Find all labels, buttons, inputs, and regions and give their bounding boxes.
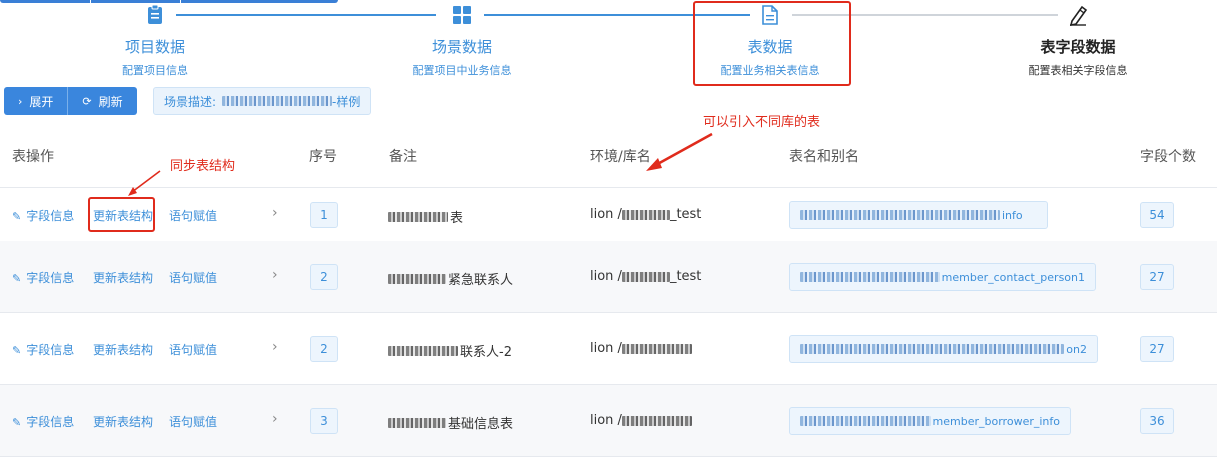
chevron-right-icon[interactable]: › xyxy=(272,267,278,283)
scene-suffix: -样例 xyxy=(332,94,361,109)
header-count: 字段个数 xyxy=(1140,149,1196,165)
field-info-link[interactable]: ✎ 字段信息 xyxy=(12,207,74,224)
field-count-badge: 27 xyxy=(1140,336,1174,362)
redacted-text xyxy=(388,345,458,356)
edit-icon: ✎ xyxy=(12,210,22,223)
redacted-text xyxy=(621,209,670,220)
steps-bar: 项目数据 配置项目信息 场景数据 配置项目中业务信息 表数据 配置业务相关表信息… xyxy=(0,0,1217,88)
update-structure-link[interactable]: 更新表结构 xyxy=(93,341,153,358)
statement-assign-link[interactable]: 语句赋值 xyxy=(169,269,217,286)
redacted-text xyxy=(621,271,670,282)
step-subtitle: 配置项目中业务信息 xyxy=(412,64,512,77)
field-info-label: 字段信息 xyxy=(26,343,75,357)
edit-icon: ✎ xyxy=(12,344,22,357)
expand-button[interactable]: › 展开 xyxy=(4,87,69,115)
refresh-icon: ⟳ xyxy=(82,94,92,108)
field-info-label: 字段信息 xyxy=(26,271,75,285)
refresh-button[interactable]: ⟳ 刷新 xyxy=(68,87,137,115)
annotation-sync: 同步表结构 xyxy=(170,159,236,174)
field-info-link[interactable]: ✎ 字段信息 xyxy=(12,341,74,358)
edit-icon: ✎ xyxy=(12,272,22,285)
env-prefix: lion / xyxy=(590,341,622,356)
field-count-badge: 27 xyxy=(1140,264,1174,290)
edit-icon: ✎ xyxy=(12,416,22,429)
redacted-text xyxy=(800,272,940,282)
note-text: 紧急联系人 xyxy=(448,273,514,288)
table-name-tag: on2 xyxy=(789,335,1098,363)
refresh-label: 刷新 xyxy=(98,94,123,109)
statement-assign-link[interactable]: 语句赋值 xyxy=(169,413,217,430)
index-badge: 1 xyxy=(310,202,338,228)
step-subtitle: 配置表相关字段信息 xyxy=(1028,64,1128,77)
note-text: 表 xyxy=(450,211,464,226)
field-info-link[interactable]: ✎ 字段信息 xyxy=(12,413,74,430)
env-prefix: lion / xyxy=(590,269,622,284)
table-row: ✎ 字段信息 更新表结构 语句赋值 › 2 联系人-2 lion / on2 27 xyxy=(0,313,1217,385)
header-env: 环境/库名 xyxy=(590,149,651,165)
env-suffix: _test xyxy=(669,207,702,222)
table-name-suffix: member_borrower_info xyxy=(932,414,1060,428)
grid-icon xyxy=(453,6,471,24)
header-index: 序号 xyxy=(309,149,337,165)
table-name-tag: member_borrower_info xyxy=(789,407,1071,435)
redacted-text xyxy=(388,211,448,222)
clipboard-icon xyxy=(148,4,162,24)
chevron-right-icon[interactable]: › xyxy=(272,339,278,355)
expand-label: 展开 xyxy=(29,94,54,109)
redacted-text xyxy=(800,344,1065,354)
statement-assign-link[interactable]: 语句赋值 xyxy=(169,207,217,224)
env-prefix: lion / xyxy=(590,413,622,428)
redacted-text xyxy=(800,416,931,426)
update-structure-link[interactable]: 更新表结构 xyxy=(93,269,153,286)
field-count-badge: 54 xyxy=(1140,202,1174,228)
table-name-tag: member_contact_person1 xyxy=(789,263,1096,291)
redacted-text xyxy=(222,96,333,106)
header-name: 表名和别名 xyxy=(789,149,859,165)
note-text: 联系人-2 xyxy=(460,345,512,360)
redacted-text xyxy=(388,273,446,284)
step-title: 表字段数据 xyxy=(1040,38,1116,56)
table-name-tag: info xyxy=(789,201,1048,229)
table-name-suffix: on2 xyxy=(1066,342,1087,356)
note-text: 基础信息表 xyxy=(448,417,514,432)
table-row: ✎ 字段信息 更新表结构 语句赋值 › 2 紧急联系人 lion / _test … xyxy=(0,241,1217,313)
redacted-text xyxy=(388,417,446,428)
redacted-text xyxy=(800,210,1000,220)
scene-description-tag: 场景描述: -样例 xyxy=(153,87,372,115)
chevron-right-icon[interactable]: › xyxy=(272,205,278,221)
update-structure-link[interactable]: 更新表结构 xyxy=(93,413,153,430)
header-ops: 表操作 xyxy=(12,149,54,165)
redacted-text xyxy=(621,343,692,354)
env-prefix: lion / xyxy=(590,207,622,222)
statement-assign-link[interactable]: 语句赋值 xyxy=(169,341,217,358)
step-title: 项目数据 xyxy=(124,38,185,56)
step-connector xyxy=(176,14,436,16)
scene-prefix: 场景描述: xyxy=(164,94,217,109)
index-badge: 2 xyxy=(310,264,338,290)
field-info-link[interactable]: ✎ 字段信息 xyxy=(12,269,74,286)
index-badge: 3 xyxy=(310,408,338,434)
redacted-text xyxy=(621,415,692,426)
annotation-highlight-box xyxy=(693,1,851,86)
step-subtitle: 配置项目信息 xyxy=(122,64,188,77)
field-count-badge: 36 xyxy=(1140,408,1174,434)
field-info-label: 字段信息 xyxy=(26,209,75,223)
toolbar-button-group: › 展开 ⟳ 刷新 xyxy=(4,87,137,115)
table-row: ✎ 字段信息 更新表结构 语句赋值 › 3 基础信息表 lion / member… xyxy=(0,385,1217,457)
field-info-label: 字段信息 xyxy=(26,415,75,429)
pencil-icon xyxy=(1069,5,1088,26)
index-badge: 2 xyxy=(310,336,338,362)
env-suffix: _test xyxy=(669,269,702,284)
step-title: 场景数据 xyxy=(431,38,492,56)
header-note: 备注 xyxy=(389,149,417,165)
annotation-highlight-box xyxy=(88,197,155,232)
table-name-suffix: info xyxy=(1002,208,1023,222)
table-name-suffix: member_contact_person1 xyxy=(941,270,1085,284)
chevron-right-icon[interactable]: › xyxy=(272,411,278,427)
chevron-right-icon: › xyxy=(18,94,23,108)
